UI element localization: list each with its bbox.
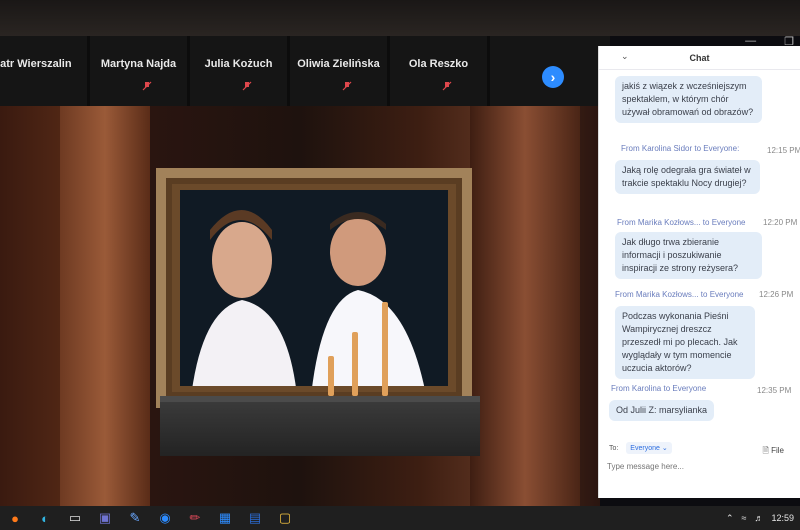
clock[interactable]: 12:59 <box>771 513 794 523</box>
taskbar: ● ◐ ▭ ▣ ✎ ◉ ✏ ▦ ▤ ▢ ⌃ ≈ ♬ 12:59 <box>0 506 800 530</box>
stage-curtain-left <box>60 106 150 506</box>
chat-messages: jakiś z wiązek z wcześniejszym spektakle… <box>599 72 800 442</box>
recipient-value: Everyone <box>630 445 660 452</box>
firefox-icon[interactable]: ● <box>0 507 30 529</box>
participant-strip: eatr Wierszalin Martyna Najda Julia Kożu… <box>0 36 610 106</box>
participant-tile[interactable]: Ola Reszko <box>390 36 490 106</box>
framed-video-feed <box>180 190 448 386</box>
file-button[interactable]: 🗎 File <box>762 445 784 459</box>
muted-mic-icon <box>442 81 452 91</box>
stage-curtain-right <box>470 106 580 506</box>
sender: From Karolina <box>611 384 662 393</box>
recipient: Everyone <box>709 290 744 299</box>
recipient: Everyone <box>711 218 746 227</box>
to-label: To: <box>609 445 619 452</box>
chevron-right-icon: › <box>550 69 556 85</box>
message-meta: From Karolina to Everyone 12:35 PM <box>611 384 792 395</box>
recipient-select[interactable]: Everyone ⌄ <box>626 442 672 454</box>
recipient: Everyone <box>672 384 707 393</box>
chat-message: Jak długo trwa zbieranie informacji i po… <box>615 232 762 279</box>
participant-tile[interactable]: Oliwia Zielińska <box>290 36 390 106</box>
chat-message: jakiś z wiązek z wcześniejszym spektakle… <box>615 76 762 123</box>
timestamp: 12:15 PM <box>767 146 800 155</box>
recipient-row: To: Everyone ⌄ <box>609 442 672 454</box>
participant-name: Julia Kożuch <box>204 58 273 70</box>
timestamp: 12:35 PM <box>757 386 792 395</box>
edge-icon[interactable]: ◐ <box>30 507 60 529</box>
message-input[interactable] <box>607 458 797 474</box>
folder-icon[interactable]: ▢ <box>270 507 300 529</box>
volume-icon[interactable]: ♬ <box>754 513 763 523</box>
message-meta: From Marika Kozłows... to Everyone 12:26… <box>615 290 794 299</box>
participant-name: Ola Reszko <box>408 58 469 70</box>
message-meta: From Marika Kozłows... to Everyone 12:20… <box>617 218 798 227</box>
file-label: File <box>771 446 784 455</box>
participant-name: eatr Wierszalin <box>0 58 72 70</box>
zoom-icon[interactable]: ◉ <box>150 507 180 529</box>
timestamp: 12:26 PM <box>759 290 794 299</box>
muted-mic-icon <box>342 81 352 91</box>
muted-mic-icon <box>242 81 252 91</box>
message-meta: From Karolina Sidor to Everyone: 12:15 P… <box>621 144 800 155</box>
picture-frame <box>156 168 472 408</box>
system-tray: ⌃ ≈ ♬ 12:59 <box>726 506 800 530</box>
candle <box>352 332 358 396</box>
participant-tile[interactable]: Julia Kożuch <box>190 36 290 106</box>
candle <box>328 356 334 396</box>
two-people-image <box>180 190 448 386</box>
participant-tile[interactable]: Martyna Najda <box>90 36 190 106</box>
sender: From Marika Kozłows... <box>617 218 701 227</box>
teams-icon[interactable]: ▣ <box>90 507 120 529</box>
main-video <box>0 106 600 506</box>
screen: — ❐ eatr Wierszalin Martyna Najda Julia … <box>0 0 800 530</box>
word-icon[interactable]: ▤ <box>240 507 270 529</box>
stage-shelf <box>160 396 480 456</box>
sender: From Karolina Sidor <box>621 144 693 153</box>
monitor-icon[interactable]: ▭ <box>60 507 90 529</box>
chat-message: Jaką rolę odegrała gra świateł w trakcie… <box>615 160 760 194</box>
chat-header: ⌄ Chat <box>599 46 800 70</box>
muted-mic-icon <box>142 81 152 91</box>
next-participants-button[interactable]: › <box>542 66 564 88</box>
sender: From Marika Kozłows... <box>615 290 699 299</box>
participant-name: Martyna Najda <box>100 58 177 70</box>
chart-icon[interactable]: ▦ <box>210 507 240 529</box>
participant-tile[interactable]: eatr Wierszalin <box>0 36 90 106</box>
pen-icon[interactable]: ✏ <box>180 507 210 529</box>
chat-message: Podczas wykonania Pieśni Wampirycznej dr… <box>615 306 755 379</box>
chat-title: Chat <box>689 53 710 63</box>
file-icon: 🗎 <box>762 446 769 455</box>
recipient: Everyone <box>703 144 738 153</box>
candle <box>382 302 388 396</box>
participant-name: Oliwia Zielińska <box>297 58 380 70</box>
chat-message: Od Julii Z: marsylianka <box>609 400 715 421</box>
chat-panel: ⌄ Chat jakiś z wiązek z wcześniejszym sp… <box>598 46 800 498</box>
timestamp: 12:20 PM <box>763 218 798 227</box>
wifi-icon[interactable]: ≈ <box>742 513 747 523</box>
snip-icon[interactable]: ✎ <box>120 507 150 529</box>
monitor-bezel <box>0 0 800 36</box>
chevron-up-icon[interactable]: ⌃ <box>726 513 734 524</box>
